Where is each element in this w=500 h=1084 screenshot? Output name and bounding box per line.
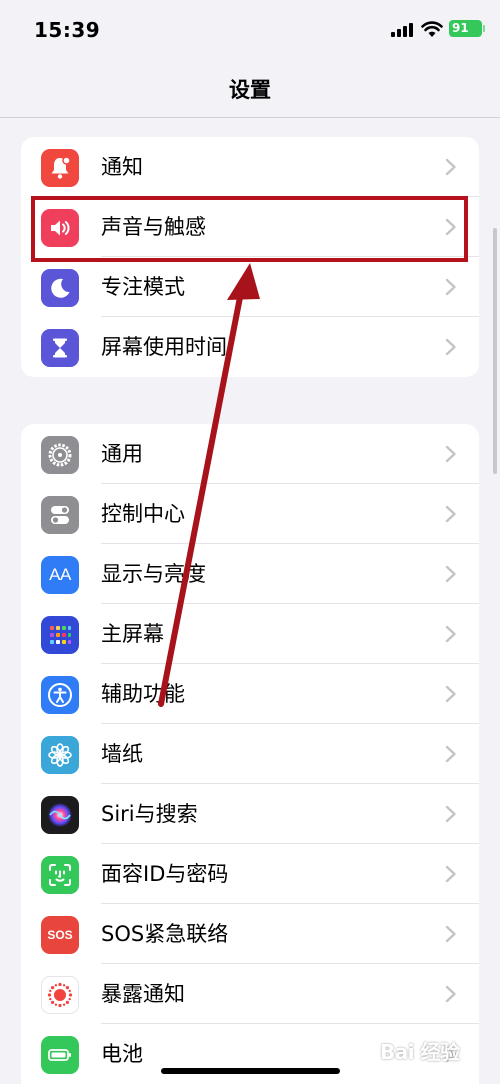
settings-row-label: 暴露通知: [101, 982, 185, 1006]
gear-icon: [41, 436, 79, 474]
status-time: 15:39: [34, 18, 101, 42]
chevron-right-icon: [445, 445, 456, 463]
cellular-signal-icon: [391, 23, 413, 37]
settings-row-display-brightness[interactable]: AA 显示与亮度: [21, 544, 479, 604]
aa-icon-text: AA: [49, 565, 71, 584]
chevron-right-icon: [445, 865, 456, 883]
home-indicator[interactable]: [161, 1068, 340, 1074]
flower-icon: [41, 736, 79, 774]
status-bar: 15:39 91: [0, 0, 500, 56]
settings-row-label: 面容ID与密码: [101, 862, 229, 886]
settings-row-general[interactable]: 通用: [21, 424, 479, 484]
settings-row-notifications[interactable]: 通知: [21, 137, 479, 197]
chevron-right-icon: [445, 278, 456, 296]
toggle-icon: [41, 496, 79, 534]
settings-row-label: Siri与搜索: [101, 802, 198, 826]
settings-row-home-screen[interactable]: 主屏幕: [21, 604, 479, 664]
sos-icon-text: SOS: [47, 928, 73, 942]
chevron-right-icon: [445, 158, 456, 176]
chevron-right-icon: [445, 505, 456, 523]
settings-row-control-center[interactable]: 控制中心: [21, 484, 479, 544]
face-id-icon: [41, 856, 79, 894]
annotation-highlight-box: [31, 196, 468, 262]
chevron-right-icon: [445, 805, 456, 823]
nav-divider: [0, 117, 500, 118]
chevron-right-icon: [445, 745, 456, 763]
settings-row-siri-search[interactable]: Siri与搜索: [21, 784, 479, 844]
scroll-indicator[interactable]: [493, 228, 497, 474]
battery-level: 91: [452, 21, 469, 35]
settings-row-label: 通用: [101, 442, 143, 466]
exposure-icon: [41, 976, 79, 1014]
siri-icon: [41, 796, 79, 834]
chevron-right-icon: [445, 685, 456, 703]
settings-row-face-id-passcode[interactable]: 面容ID与密码: [21, 844, 479, 904]
settings-row-label: 电池: [101, 1042, 143, 1066]
settings-row-label: 屏幕使用时间: [101, 335, 227, 359]
hourglass-icon: [41, 329, 79, 367]
moon-icon: [41, 269, 79, 307]
watermark-text: Bai 经验: [380, 1040, 460, 1064]
notifications-icon: [41, 149, 79, 187]
settings-row-label: 通知: [101, 155, 143, 179]
chevron-right-icon: [445, 338, 456, 356]
accessibility-icon: [41, 676, 79, 714]
settings-row-exposure-notifications[interactable]: 暴露通知: [21, 964, 479, 1024]
settings-row-screen-time[interactable]: 屏幕使用时间: [21, 317, 479, 377]
settings-row-label: 控制中心: [101, 502, 185, 526]
settings-row-focus[interactable]: 专注模式: [21, 257, 479, 317]
battery-icon: [41, 1036, 79, 1074]
page-title: 设置: [229, 78, 271, 102]
battery-indicator: 91: [449, 20, 485, 37]
aa-icon: AA: [41, 556, 79, 594]
settings-row-label: 墙纸: [101, 742, 143, 766]
settings-row-label: 主屏幕: [101, 622, 164, 646]
settings-row-emergency-sos[interactable]: SOS SOS紧急联络: [21, 904, 479, 964]
chevron-right-icon: [445, 565, 456, 583]
settings-row-wallpaper[interactable]: 墙纸: [21, 724, 479, 784]
settings-row-label: 显示与亮度: [101, 562, 206, 586]
settings-screen: 15:39 91 设置 通知 声音与触感 专注模式 屏幕使用时间 通用 控制中心…: [0, 0, 500, 1084]
wifi-icon: [421, 21, 443, 37]
settings-row-label: 专注模式: [101, 275, 185, 299]
settings-row-label: SOS紧急联络: [101, 922, 229, 946]
chevron-right-icon: [445, 985, 456, 1003]
sos-icon: SOS: [41, 916, 79, 954]
settings-row-accessibility[interactable]: 辅助功能: [21, 664, 479, 724]
chevron-right-icon: [445, 925, 456, 943]
home-grid-icon: [41, 616, 79, 654]
settings-group-2: 通用 控制中心 AA 显示与亮度 主屏幕 辅助功能 墙纸 Siri与搜索 面容I…: [21, 424, 479, 1084]
chevron-right-icon: [445, 625, 456, 643]
settings-row-label: 辅助功能: [101, 682, 185, 706]
